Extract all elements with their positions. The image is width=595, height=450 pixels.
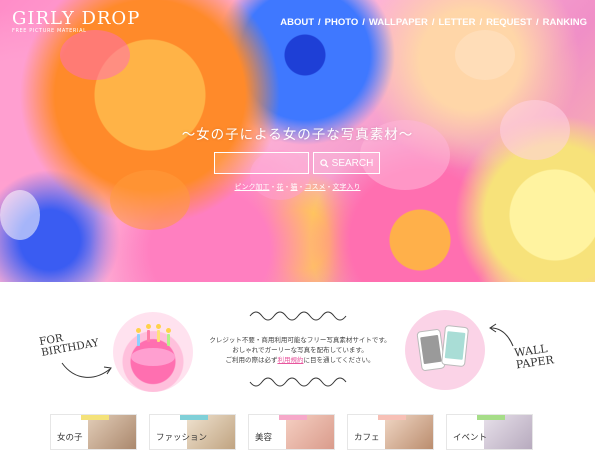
tag-link[interactable]: コスメ [305, 183, 326, 191]
category-thumbnail [88, 415, 136, 449]
main-nav: ABOUT / PHOTO / WALLPAPER / LETTER / REQ… [280, 17, 587, 28]
search-icon [319, 158, 329, 168]
category-tape [180, 415, 208, 420]
category-card[interactable]: 美容 [248, 414, 335, 450]
nav-about[interactable]: ABOUT [280, 17, 314, 28]
category-tape [279, 415, 307, 420]
tag-link[interactable]: 猫 [291, 183, 298, 191]
tag-link[interactable]: ピンク加工 [235, 183, 270, 191]
nav-separator: / [536, 17, 539, 28]
tag-link[interactable]: 文字入り [333, 183, 361, 191]
search-button[interactable]: SEARCH [313, 152, 380, 174]
nav-separator: / [362, 17, 365, 28]
intro-description: クレジット不要・商用利用可能なフリー写真素材サイトです。 おしゃれでガーリーな写… [200, 336, 400, 365]
intro-text-prefix: ご利用の際は必ず [225, 355, 278, 364]
tag-separator: ・ [297, 183, 305, 191]
search-form: SEARCH [214, 152, 380, 174]
hero-tagline: 〜女の子による女の子な写真素材〜 [181, 127, 414, 143]
category-label: ファッション [156, 433, 208, 443]
intro-text-line1: クレジット不要・商用利用可能なフリー写真素材サイトです。 [209, 336, 391, 344]
category-tape [477, 415, 505, 420]
category-card[interactable]: イベント [446, 414, 533, 450]
category-thumbnail [385, 415, 433, 449]
nav-wallpaper[interactable]: WALLPAPER [369, 17, 428, 28]
category-list: 女の子 ファッション 美容 カフェ イベント [50, 414, 533, 450]
decorative-swirl-bottom [249, 377, 347, 387]
nav-letter[interactable]: LETTER [438, 17, 475, 28]
category-label: カフェ [354, 433, 380, 443]
nav-separator: / [318, 17, 321, 28]
nav-request[interactable]: REQUEST [486, 17, 532, 28]
category-tape [81, 415, 109, 420]
category-thumbnail [286, 415, 334, 449]
tag-link[interactable]: 花 [277, 183, 284, 191]
decorative-swirl-top [249, 311, 347, 321]
tag-separator: ・ [269, 183, 277, 191]
intro-text-line2: おしゃれでガーリーな写真を配布しています。 [232, 345, 368, 354]
category-card[interactable]: ファッション [149, 414, 236, 450]
category-label: 美容 [255, 433, 273, 443]
tag-separator: ・ [325, 183, 333, 191]
arrow-icon [61, 362, 112, 378]
logo-title: GIRLY DROP [12, 8, 141, 29]
category-card[interactable]: カフェ [347, 414, 434, 450]
intro-text-suffix: に目を通してください。 [303, 355, 375, 364]
site-logo[interactable]: GIRLY DROP FREE PICTURE MATERIAL [12, 8, 140, 34]
wall-paper-label: WALL PAPER [513, 342, 554, 371]
wallpaper-image[interactable] [405, 310, 485, 390]
nav-photo[interactable]: PHOTO [325, 17, 359, 28]
category-label: 女の子 [57, 433, 83, 443]
category-label: イベント [453, 433, 488, 443]
nav-separator: / [479, 17, 483, 28]
hero-banner: GIRLY DROP FREE PICTURE MATERIAL ABOUT /… [0, 0, 595, 282]
nav-ranking[interactable]: RANKING [543, 17, 587, 28]
category-tape [378, 415, 406, 420]
terms-link[interactable]: 利用規約 [277, 356, 303, 364]
tag-separator: ・ [283, 183, 291, 191]
nav-separator: / [431, 17, 435, 28]
category-thumbnail [484, 415, 532, 449]
search-button-label: SEARCH [331, 157, 374, 169]
popular-tags: ピンク加工・花・猫・コスメ・文字入り [0, 182, 595, 192]
birthday-cake-image[interactable] [113, 312, 193, 392]
search-input[interactable] [214, 152, 309, 174]
intro-text-line3: ご利用の際は必ず利用規約に目を通してください。 [200, 356, 400, 366]
category-card[interactable]: 女の子 [50, 414, 137, 450]
